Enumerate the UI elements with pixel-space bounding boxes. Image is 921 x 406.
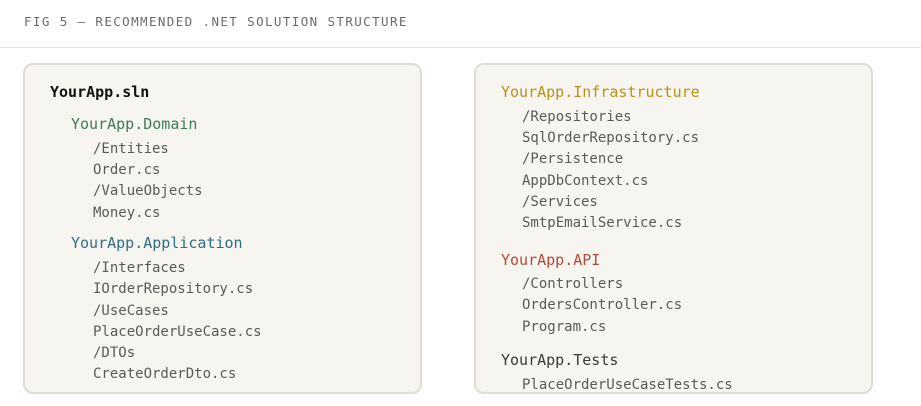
project-infrastructure: YourApp.Infrastructure — [501, 83, 700, 101]
folder-value-objects: /ValueObjects — [93, 183, 203, 199]
folder-interfaces: /Interfaces — [93, 260, 186, 276]
project-tests: YourApp.Tests — [501, 351, 619, 369]
folder-controllers: /Controllers — [522, 276, 624, 292]
folder-entities: /Entities — [93, 141, 169, 157]
file-order: Order.cs — [93, 162, 161, 178]
solution-panel-right: YourApp.Infrastructure /Repositories Sql… — [474, 63, 873, 394]
figure-caption: FIG 5 — RECOMMENDED .NET SOLUTION STRUCT… — [24, 14, 408, 29]
file-smtp-email-service: SmtpEmailService.cs — [522, 215, 683, 231]
solution-panel-left: YourApp.sln YourApp.Domain /Entities Ord… — [23, 63, 422, 394]
project-api: YourApp.API — [501, 251, 601, 269]
file-place-order-use-case: PlaceOrderUseCase.cs — [93, 324, 262, 340]
folder-dtos: /DTOs — [93, 345, 136, 361]
file-create-order-dto: CreateOrderDto.cs — [93, 366, 237, 382]
folder-repositories: /Repositories — [522, 109, 632, 125]
file-app-db-context: AppDbContext.cs — [522, 173, 649, 189]
file-program: Program.cs — [522, 319, 607, 335]
divider — [0, 47, 921, 48]
file-iorder-repository: IOrderRepository.cs — [93, 281, 254, 297]
solution-file-name: YourApp.sln — [50, 83, 150, 101]
folder-services: /Services — [522, 194, 598, 210]
file-orders-controller: OrdersController.cs — [522, 297, 683, 313]
folder-use-cases: /UseCases — [93, 303, 169, 319]
file-place-order-use-case-tests: PlaceOrderUseCaseTests.cs — [522, 377, 733, 393]
file-money: Money.cs — [93, 205, 161, 221]
project-domain: YourApp.Domain — [71, 115, 198, 133]
file-sql-order-repository: SqlOrderRepository.cs — [522, 130, 700, 146]
project-application: YourApp.Application — [71, 234, 243, 252]
folder-persistence: /Persistence — [522, 151, 624, 167]
